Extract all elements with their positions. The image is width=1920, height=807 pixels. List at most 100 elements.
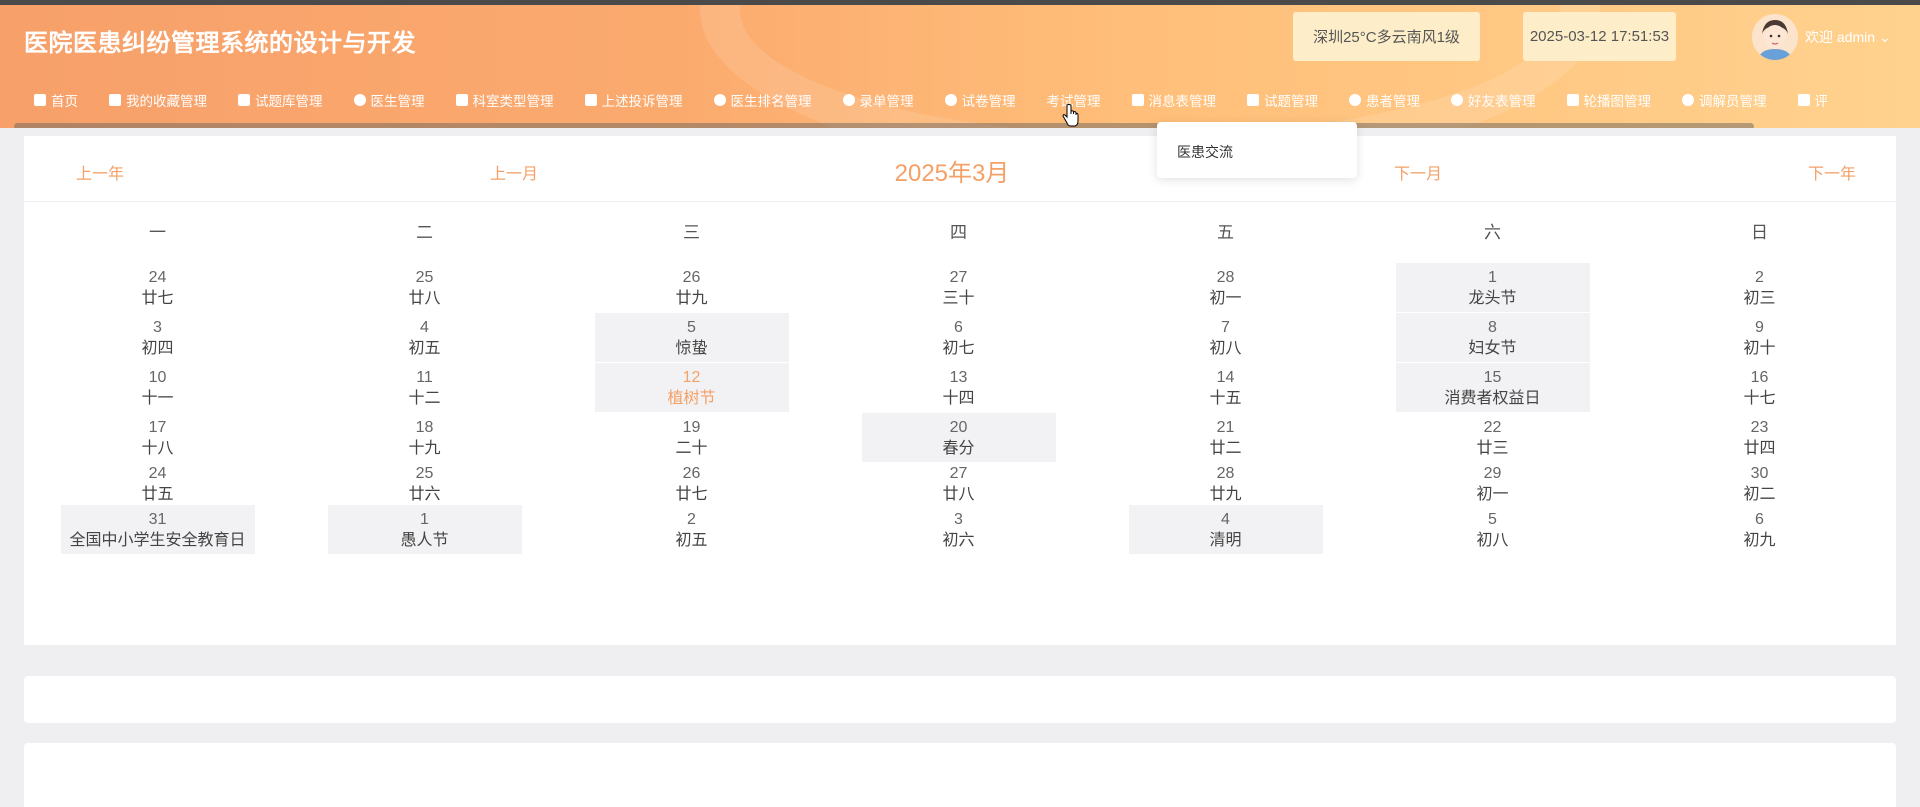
calendar-day[interactable]: 1 愚人节 <box>327 505 522 554</box>
nav-item[interactable]: 调解员管理 <box>1682 90 1767 110</box>
day-number: 25 <box>415 268 434 286</box>
dropdown-item-doctor-patient-chat[interactable]: 医患交流 <box>1177 142 1233 162</box>
calendar-day[interactable]: 23 廿四 <box>1663 413 1857 462</box>
calendar-day[interactable]: 11 十二 <box>328 363 522 412</box>
nav-item[interactable]: 患者管理 <box>1349 90 1420 110</box>
calendar-day[interactable]: 6 初七 <box>862 313 1056 362</box>
nav-item[interactable]: 评 <box>1797 90 1828 110</box>
calendar-day[interactable]: 15 消费者权益日 <box>1395 363 1590 412</box>
calendar-day[interactable]: 27 廿八 <box>862 459 1056 508</box>
nav-item[interactable]: 轮播图管理 <box>1566 90 1651 110</box>
calendar-day[interactable]: 8 妇女节 <box>1395 313 1590 362</box>
calendar-day[interactable]: 25 廿六 <box>328 459 522 508</box>
calendar-day[interactable]: 24 廿五 <box>61 459 255 508</box>
weekday-label: 一 <box>149 223 166 242</box>
nav-item-label: 医生管理 <box>370 94 425 109</box>
nav-item[interactable]: 首页 <box>34 90 78 110</box>
nav-item[interactable]: 录单管理 <box>842 90 914 110</box>
calendar-day[interactable]: 26 廿九 <box>595 263 789 312</box>
calendar-day[interactable]: 3 初六 <box>862 505 1056 554</box>
calendar-card: 上一年 上一月 2025年3月 下一月 下一年 一二三四五六日 24 廿七 25 廿八… <box>24 136 1896 645</box>
nav-item[interactable]: 上述投诉管理 <box>584 90 683 110</box>
calendar-day[interactable]: 26 廿七 <box>595 459 789 508</box>
calendar-day[interactable]: 10 十一 <box>61 363 255 412</box>
calendar-day[interactable]: 18 十九 <box>328 413 522 462</box>
nav-item-label: 好友表管理 <box>1468 94 1536 109</box>
calendar-day[interactable]: 5 惊蛰 <box>594 313 789 362</box>
day-number: 30 <box>1750 464 1769 482</box>
lunar-date: 初一 <box>1476 485 1509 503</box>
calendar-day[interactable]: 31 全国中小学生安全教育日 <box>60 505 255 554</box>
next-month-button[interactable]: 下一月 <box>1394 160 1442 184</box>
calendar-day[interactable]: 13 十四 <box>862 363 1056 412</box>
calendar-day[interactable]: 4 清明 <box>1128 505 1323 554</box>
calendar-day[interactable]: 7 初八 <box>1129 313 1323 362</box>
calendar-day[interactable]: 14 十五 <box>1129 363 1323 412</box>
nav-item[interactable]: 医生管理 <box>353 90 425 110</box>
user-icon <box>353 94 366 106</box>
calendar-cell: 17 十八 <box>24 413 291 462</box>
calendar-day[interactable]: 21 廿二 <box>1129 413 1323 462</box>
calendar-day[interactable]: 28 廿九 <box>1129 459 1323 508</box>
nav-item-label: 科室类型管理 <box>472 94 554 109</box>
calendar-day[interactable]: 25 廿八 <box>328 263 522 312</box>
calendar-day[interactable]: 28 初一 <box>1129 263 1323 312</box>
calendar-day[interactable]: 5 初八 <box>1396 505 1590 554</box>
calendar-cell: 2 初五 <box>558 505 825 555</box>
lunar-date: 龙头节 <box>1468 289 1517 307</box>
calendar-day[interactable]: 20 春分 <box>861 413 1056 462</box>
nav-item[interactable]: 我的收藏管理 <box>109 90 207 110</box>
content-panel <box>24 676 1896 723</box>
lunar-date: 全国中小学生安全教育日 <box>69 531 246 549</box>
calendar-day[interactable]: 2 初三 <box>1663 263 1857 312</box>
calendar-day[interactable]: 9 初十 <box>1663 313 1857 362</box>
user-menu[interactable]: 欢迎 admin ⌄ <box>1805 27 1891 47</box>
nav-item[interactable]: 试卷管理 <box>944 90 1016 110</box>
nav-item[interactable]: 医生排名管理 <box>713 90 812 110</box>
avatar[interactable] <box>1752 14 1798 60</box>
next-year-button[interactable]: 下一年 <box>1808 160 1856 184</box>
calendar-day[interactable]: 17 十八 <box>61 413 255 462</box>
calendar-day[interactable]: 16 十七 <box>1663 363 1857 412</box>
calendar-cell: 25 廿六 <box>291 459 558 508</box>
day-number: 29 <box>1483 464 1502 482</box>
calendar-cell: 9 初十 <box>1626 313 1893 363</box>
calendar-day-today[interactable]: 12 植树节 <box>594 363 789 412</box>
calendar-day[interactable]: 6 初九 <box>1663 505 1857 554</box>
calendar-day[interactable]: 1 龙头节 <box>1395 263 1590 312</box>
weekday-label: 三 <box>683 223 700 242</box>
weekday-row: 一二三四五六日 <box>24 218 1896 243</box>
nav-item-label: 首页 <box>51 94 78 109</box>
calendar-day[interactable]: 3 初四 <box>61 313 255 362</box>
nav-item[interactable]: 科室类型管理 <box>455 90 554 110</box>
nav-scrollbar[interactable] <box>14 123 1754 128</box>
calendar-week-row: 17 十八 18 十九 19 二十 20 春分 21 廿二 22 廿三 23 廿四 <box>24 413 1896 462</box>
welcome-text: 欢迎 admin <box>1805 29 1876 45</box>
day-number: 28 <box>1216 464 1235 482</box>
circle-icon <box>842 94 855 106</box>
calendar-cell: 27 三十 <box>825 263 1092 313</box>
calendar-cell: 14 十五 <box>1092 363 1359 413</box>
calendar-day[interactable]: 19 二十 <box>595 413 789 462</box>
day-number: 3 <box>954 510 963 528</box>
lunar-date: 初十 <box>1743 339 1776 357</box>
calendar-header: 上一年 上一月 2025年3月 下一月 下一年 <box>24 136 1896 202</box>
calendar-day[interactable]: 29 初一 <box>1396 459 1590 508</box>
calendar-day[interactable]: 30 初二 <box>1663 459 1857 508</box>
lunar-date: 消费者权益日 <box>1444 389 1541 407</box>
calendar-day[interactable]: 24 廿七 <box>61 263 255 312</box>
lunar-date: 初三 <box>1743 289 1776 307</box>
lunar-date: 廿七 <box>141 289 174 307</box>
day-number: 5 <box>687 318 696 336</box>
day-number: 22 <box>1483 418 1502 436</box>
calendar-day[interactable]: 22 廿三 <box>1396 413 1590 462</box>
calendar-day[interactable]: 4 初五 <box>328 313 522 362</box>
nav-item[interactable]: 试题库管理 <box>238 90 323 110</box>
nav-item[interactable]: 好友表管理 <box>1451 90 1536 110</box>
calendar-day[interactable]: 2 初五 <box>595 505 789 554</box>
nav-item[interactable]: 消息表管理 <box>1131 90 1216 110</box>
calendar-day[interactable]: 27 三十 <box>862 263 1056 312</box>
nav-item-label: 调解员管理 <box>1699 94 1767 109</box>
nav-item[interactable]: 试题管理 <box>1247 90 1318 110</box>
day-number: 11 <box>416 368 433 386</box>
